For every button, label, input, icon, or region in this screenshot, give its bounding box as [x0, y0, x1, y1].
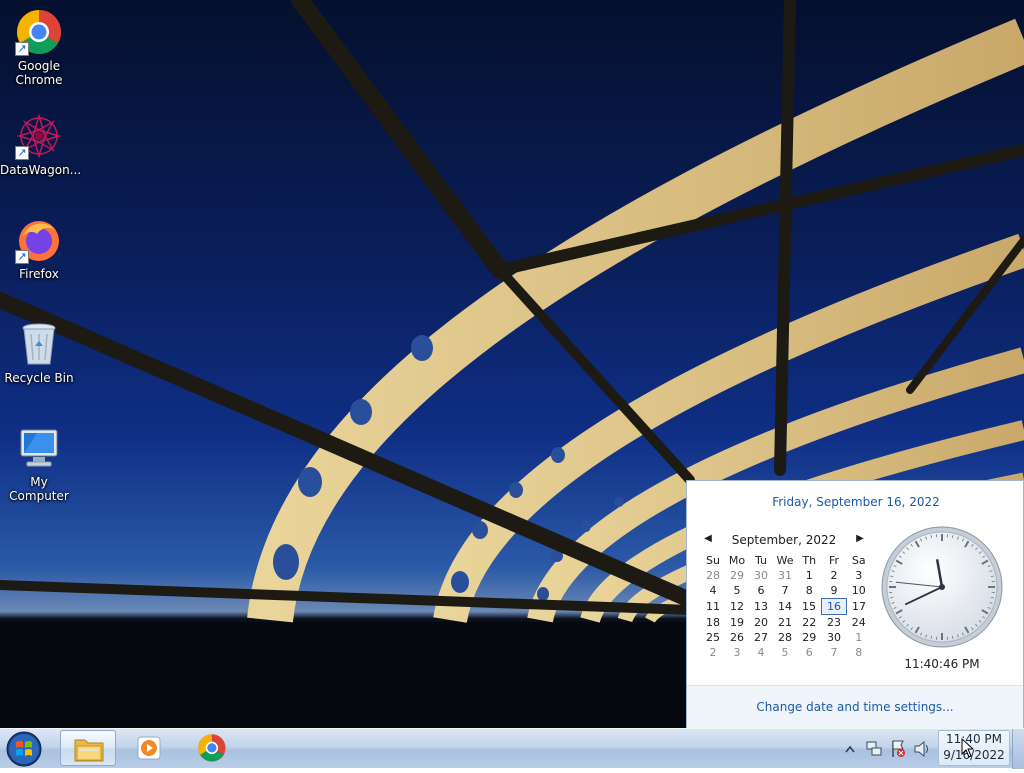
weekday-header: Th — [797, 553, 822, 568]
calendar-day[interactable]: 2 — [822, 568, 847, 583]
calendar-day[interactable]: 31 — [773, 568, 797, 583]
desktop-icon-datawagon[interactable]: ↗ DataWagon... — [0, 112, 78, 177]
calendar-day[interactable]: 11 — [701, 599, 725, 615]
calendar-day[interactable]: 2 — [701, 645, 725, 660]
calendar-day[interactable]: 15 — [797, 599, 822, 615]
calendar-day[interactable]: 4 — [701, 583, 725, 599]
taskbar-chrome-button[interactable] — [184, 730, 240, 766]
digital-time: 11:40:46 PM — [880, 657, 1004, 671]
calendar-day[interactable]: 27 — [749, 630, 773, 645]
calendar-day[interactable]: 18 — [701, 615, 725, 631]
calendar-day[interactable]: 8 — [847, 645, 872, 660]
calendar-day[interactable]: 13 — [749, 599, 773, 615]
action-center-flag-icon[interactable] — [888, 729, 908, 769]
weekday-header: Mo — [725, 553, 749, 568]
chrome-icon: ↗ — [15, 8, 63, 56]
calendar-day[interactable]: 25 — [701, 630, 725, 645]
desktop-icon-my-computer[interactable]: My Computer — [0, 424, 78, 503]
previous-month-button[interactable]: ◀ — [701, 533, 715, 544]
datawagon-icon: ↗ — [15, 112, 63, 160]
calendar-week-row: 28293031123 — [701, 568, 871, 583]
next-month-button[interactable]: ▶ — [853, 533, 867, 544]
calendar-day[interactable]: 24 — [847, 615, 872, 631]
calendar-day[interactable]: 22 — [797, 615, 822, 631]
calendar-grid: SuMoTuWeThFrSa 2829303112345678910111213… — [701, 553, 871, 660]
weekday-header: Su — [701, 553, 725, 568]
desktop-icon-label: Recycle Bin — [0, 371, 78, 385]
recycle-bin-icon — [15, 320, 63, 368]
network-icon[interactable] — [864, 729, 884, 769]
calendar-day[interactable]: 6 — [797, 645, 822, 660]
desktop-icon-label: DataWagon... — [0, 163, 78, 177]
shortcut-arrow-icon: ↗ — [15, 146, 29, 160]
weekday-header: We — [773, 553, 797, 568]
desktop-icon-label: Firefox — [0, 267, 78, 281]
calendar-day[interactable]: 9 — [822, 583, 847, 599]
windows-start-icon — [4, 730, 44, 768]
analog-clock — [880, 525, 1004, 649]
calendar-week-row: 45678910 — [701, 583, 871, 599]
calendar-day[interactable]: 12 — [725, 599, 749, 615]
calendar-day[interactable]: 10 — [847, 583, 872, 599]
weekday-header: Sa — [847, 553, 872, 568]
calendar-day[interactable]: 6 — [749, 583, 773, 599]
month-title[interactable]: September, 2022 — [719, 533, 849, 547]
explorer-folder-icon — [61, 731, 117, 767]
calendar-day[interactable]: 20 — [749, 615, 773, 631]
media-player-icon — [122, 730, 178, 766]
show-hidden-icons-chevron[interactable] — [842, 729, 858, 769]
calendar-day[interactable]: 7 — [822, 645, 847, 660]
shortcut-arrow-icon: ↗ — [15, 42, 29, 56]
calendar-day[interactable]: 29 — [797, 630, 822, 645]
calendar-day[interactable]: 5 — [725, 583, 749, 599]
taskbar-media-player-button[interactable] — [122, 730, 178, 766]
firefox-icon: ↗ — [15, 216, 63, 264]
date-time-flyout: Friday, September 16, 2022 ◀ September, … — [686, 480, 1024, 728]
calendar-day[interactable]: 19 — [725, 615, 749, 631]
desktop-icon-firefox[interactable]: ↗ Firefox — [0, 216, 78, 281]
calendar-month-header: ◀ September, 2022 ▶ — [701, 533, 867, 549]
volume-icon[interactable] — [912, 729, 932, 769]
calendar-day[interactable]: 30 — [749, 568, 773, 583]
desktop-icon-label: Google Chrome — [0, 59, 78, 87]
change-date-time-settings-link[interactable]: Change date and time settings... — [687, 700, 1023, 714]
calendar-day[interactable]: 30 — [822, 630, 847, 645]
desktop-icon-recycle-bin[interactable]: Recycle Bin — [0, 320, 78, 385]
calendar-day[interactable]: 7 — [773, 583, 797, 599]
my-computer-icon — [15, 424, 63, 472]
calendar-day[interactable]: 21 — [773, 615, 797, 631]
show-desktop-button[interactable] — [1012, 729, 1024, 769]
mouse-pointer-icon — [961, 738, 975, 758]
calendar-day[interactable]: 14 — [773, 599, 797, 615]
calendar-day[interactable]: 8 — [797, 583, 822, 599]
calendar-week-row: 2345678 — [701, 645, 871, 660]
taskbar-explorer-button[interactable] — [60, 730, 116, 766]
shortcut-arrow-icon: ↗ — [15, 250, 29, 264]
calendar-day[interactable]: 3 — [725, 645, 749, 660]
weekday-header: Tu — [749, 553, 773, 568]
calendar-day[interactable]: 1 — [847, 630, 872, 645]
calendar-week-row: 18192021222324 — [701, 615, 871, 631]
calendar-day[interactable]: 1 — [797, 568, 822, 583]
desktop-icon-label: My Computer — [0, 475, 78, 503]
flyout-footer: Change date and time settings... — [687, 685, 1023, 729]
calendar-day-today[interactable]: 16 — [822, 599, 847, 615]
chrome-icon — [184, 730, 240, 766]
calendar-day[interactable]: 5 — [773, 645, 797, 660]
calendar-day[interactable]: 28 — [773, 630, 797, 645]
calendar-day[interactable]: 28 — [701, 568, 725, 583]
calendar-day[interactable]: 29 — [725, 568, 749, 583]
calendar-day[interactable]: 26 — [725, 630, 749, 645]
calendar-day[interactable]: 17 — [847, 599, 872, 615]
start-button[interactable] — [4, 730, 44, 768]
calendar-day[interactable]: 4 — [749, 645, 773, 660]
long-date-link[interactable]: Friday, September 16, 2022 — [687, 495, 1024, 509]
calendar-day[interactable]: 23 — [822, 615, 847, 631]
calendar-day[interactable]: 3 — [847, 568, 872, 583]
calendar-week-row: 11121314151617 — [701, 599, 871, 615]
desktop-icon-google-chrome[interactable]: ↗ Google Chrome — [0, 8, 78, 87]
taskbar: 11:40 PM 9/16/2022 — [0, 728, 1024, 768]
weekday-header: Fr — [822, 553, 847, 568]
calendar-week-row: 2526272829301 — [701, 630, 871, 645]
